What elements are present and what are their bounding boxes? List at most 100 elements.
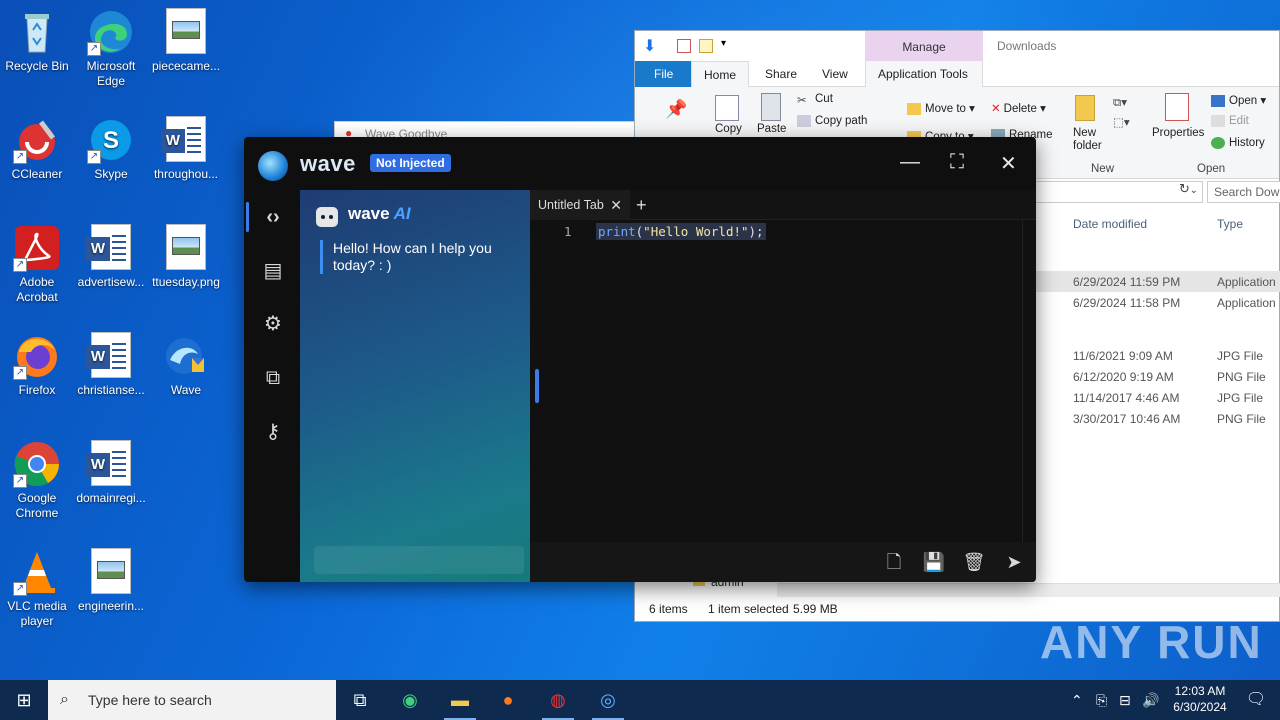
- file-row[interactable]: 6/29/2024 11:58 PM Application: [1035, 292, 1280, 313]
- shortcut-arrow-icon: ↗: [87, 150, 101, 164]
- tab-file[interactable]: File: [635, 61, 693, 87]
- line-number: 1: [564, 224, 572, 239]
- address-dropdown-icon[interactable]: ⌄: [1190, 185, 1198, 196]
- file-row[interactable]: 11/6/2021 9:09 AM JPG File: [1035, 345, 1280, 366]
- wave-bootstrapper-taskbar-icon[interactable]: ◍: [534, 680, 582, 720]
- maximize-button[interactable]: ⛶: [950, 151, 964, 174]
- recycle-bin-icon: [13, 8, 61, 56]
- new-folder-button[interactable]: New folder: [1073, 127, 1113, 153]
- file-row[interactable]: 6/29/2024 11:59 PM Application: [1035, 271, 1280, 292]
- windows-start-icon[interactable]: ⊞: [0, 680, 48, 720]
- desktop-icon-label: ttuesday.png: [152, 275, 220, 289]
- manage-contextual-tab[interactable]: Manage: [865, 31, 983, 61]
- minimize-button[interactable]: —: [900, 151, 920, 174]
- address-bar[interactable]: ⌄: [1035, 181, 1203, 203]
- desktop-icon-word-doc[interactable]: W domainregi...: [74, 440, 148, 506]
- column-type[interactable]: Type: [1217, 217, 1243, 231]
- network-icon[interactable]: ⧉: [259, 364, 287, 392]
- desktop-icon-edge[interactable]: ↗ Microsoft Edge: [74, 8, 148, 89]
- move-to-label: Move to: [925, 103, 966, 115]
- refresh-icon[interactable]: ↻: [1179, 181, 1190, 197]
- desktop-icon-word-doc[interactable]: W advertisew...: [74, 224, 148, 290]
- code-editor[interactable]: 1 print("Hello World!");: [530, 220, 1036, 542]
- tab-application-tools[interactable]: Application Tools: [865, 61, 983, 87]
- history-button[interactable]: History: [1211, 137, 1265, 149]
- clear-icon[interactable]: 🗑: [962, 550, 986, 574]
- desktop-icon-skype[interactable]: S ↗ Skype: [74, 116, 148, 182]
- file-type: PNG File: [1217, 370, 1266, 384]
- close-tab-icon[interactable]: ✕: [610, 190, 622, 220]
- move-to-button[interactable]: Move to ▾: [907, 101, 975, 115]
- edit-button[interactable]: Edit: [1211, 115, 1249, 127]
- copy-button[interactable]: Copy: [715, 123, 742, 135]
- key-icon[interactable]: ⚷: [259, 418, 287, 446]
- file-explorer-taskbar-icon[interactable]: ▬: [436, 680, 484, 720]
- close-button[interactable]: ✕: [1000, 151, 1017, 176]
- file-row[interactable]: 3/30/2017 10:46 AM PNG File: [1035, 408, 1280, 429]
- pin-icon[interactable]: 📌: [665, 99, 687, 120]
- execute-send-icon[interactable]: ➤: [1002, 550, 1026, 574]
- settings-gear-icon[interactable]: ⚙: [259, 310, 287, 338]
- desktop-icon-word-doc[interactable]: W christianse...: [74, 332, 148, 398]
- copy-path-button[interactable]: Copy path: [797, 115, 867, 127]
- desktop-icon-wave[interactable]: Wave: [149, 332, 223, 398]
- easy-access-icon[interactable]: ⬚▾: [1113, 115, 1130, 129]
- cut-button[interactable]: ✂ Cut: [797, 93, 833, 107]
- firefox-taskbar-icon[interactable]: ●: [484, 680, 532, 720]
- desktop-icon-firefox[interactable]: ↗ Firefox: [0, 332, 74, 398]
- desktop-icon-ccleaner[interactable]: ↗ CCleaner: [0, 116, 74, 182]
- volume-icon[interactable]: 🔊: [1142, 680, 1159, 720]
- paste-button[interactable]: Paste: [757, 123, 786, 135]
- ai-greeting-message: Hello! How can I help you today? : ): [320, 240, 516, 274]
- network-tray-icon[interactable]: ⊟: [1119, 680, 1131, 720]
- horizontal-scrollbar[interactable]: [777, 583, 1280, 597]
- file-row[interactable]: 6/12/2020 9:19 AM PNG File: [1035, 366, 1280, 387]
- delete-button[interactable]: ✕ Delete ▾: [991, 101, 1046, 115]
- column-date-modified[interactable]: Date modified: [1073, 217, 1147, 231]
- open-icon: [1211, 94, 1225, 107]
- customize-qat-icon[interactable]: ▾: [721, 38, 726, 49]
- file-row[interactable]: 11/14/2017 4:46 AM JPG File: [1035, 387, 1280, 408]
- wave-window[interactable]: wave Not Injected — ⛶ ✕ ‹› ▤ ⚙ ⧉ ⚷ wave A…: [244, 137, 1036, 582]
- taskbar-search[interactable]: ⌕ Type here to search: [48, 680, 336, 720]
- system-clock[interactable]: 12:03 AM 6/30/2024: [1160, 683, 1240, 715]
- wave-logo-icon: [258, 151, 288, 181]
- edge-taskbar-icon[interactable]: ◉: [386, 680, 434, 720]
- desktop-icon-label: engineerin...: [77, 599, 145, 613]
- add-tab-button[interactable]: +: [636, 190, 647, 220]
- tray-device-icon[interactable]: ⎘: [1096, 680, 1107, 720]
- desktop-icon-recycle-bin[interactable]: Recycle Bin: [0, 8, 74, 74]
- tab-view[interactable]: View: [810, 61, 860, 87]
- status-size: 5.99 MB: [793, 602, 838, 616]
- tab-untitled[interactable]: Untitled Tab ✕: [530, 190, 630, 220]
- new-folder-qat-icon[interactable]: [699, 39, 713, 53]
- desktop-icon-google-chrome[interactable]: ↗ Google Chrome: [0, 440, 74, 521]
- desktop-icon-vlc[interactable]: ↗ VLC media player: [0, 548, 74, 629]
- open-file-icon[interactable]: 🗋: [882, 550, 906, 574]
- ai-chat-input[interactable]: [314, 546, 524, 574]
- open-button[interactable]: Open ▾: [1211, 93, 1266, 107]
- code-line[interactable]: print("Hello World!");: [596, 223, 766, 240]
- properties-qat-icon[interactable]: [677, 39, 691, 53]
- new-item-icon[interactable]: ⧉▾: [1113, 95, 1127, 110]
- tab-share[interactable]: Share: [753, 61, 809, 87]
- scripts-folder-icon[interactable]: ▤: [259, 257, 287, 285]
- task-view-icon[interactable]: ⧉: [336, 680, 384, 720]
- desktop-icon-word-doc[interactable]: W throughou...: [149, 116, 223, 182]
- save-icon[interactable]: 💾: [922, 550, 946, 574]
- tab-home[interactable]: Home: [691, 61, 750, 87]
- desktop-icon-image-file[interactable]: piececame...: [149, 8, 223, 74]
- word-document-icon: W: [86, 332, 131, 378]
- shortcut-arrow-icon: ↗: [13, 150, 27, 164]
- editor-scrollbar[interactable]: [1022, 220, 1034, 542]
- desktop-icon-image-file[interactable]: engineerin...: [74, 548, 148, 614]
- tray-chevron-icon[interactable]: ⌃: [1071, 680, 1083, 720]
- notifications-icon[interactable]: 🗨: [1236, 680, 1276, 720]
- desktop-icon-adobe-acrobat[interactable]: ↗ Adobe Acrobat: [0, 224, 74, 305]
- search-input[interactable]: Search Down: [1207, 181, 1280, 203]
- editor-code-icon[interactable]: ‹›: [259, 203, 287, 231]
- wave-taskbar-icon[interactable]: ◎: [584, 680, 632, 720]
- desktop-icon-image-file[interactable]: ttuesday.png: [149, 224, 223, 290]
- panel-resize-handle[interactable]: [535, 369, 539, 403]
- properties-button[interactable]: Properties: [1152, 127, 1204, 139]
